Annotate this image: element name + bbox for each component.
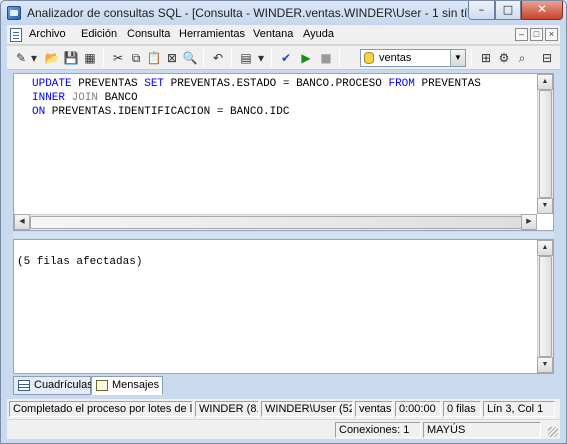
- resize-grip-icon[interactable]: [548, 427, 558, 437]
- toolbar: ✎ ▾ 📂 💾 ▦ ✂ ⧉ 📋 ⊠ 🔍 ↶ ▤ ▾ ✔ ▶ ■ ventas ▼…: [7, 46, 560, 70]
- database-select[interactable]: ventas ▼: [360, 49, 466, 67]
- child-restore-button[interactable]: □: [530, 28, 543, 41]
- toolbar-separator: [231, 49, 232, 67]
- toolbar-separator: [471, 49, 472, 67]
- results-vertical-scrollbar[interactable]: ▲ ▼: [537, 240, 553, 373]
- query-editor[interactable]: UPDATE PREVENTAS SET PREVENTAS.ESTADO = …: [13, 73, 554, 231]
- result-message: (5 filas afectadas): [17, 256, 143, 268]
- database-select-value: ventas: [379, 52, 412, 64]
- code-line-2: INNER JOIN BANCO: [32, 92, 138, 104]
- status-caps: MAYÚS: [423, 422, 541, 438]
- show-plan-icon[interactable]: ⌕: [514, 50, 530, 66]
- chevron-down-icon[interactable]: ▼: [450, 50, 465, 66]
- toolbar-separator: [203, 49, 204, 67]
- results-mode-icon[interactable]: ▤: [238, 50, 254, 66]
- scroll-thumb[interactable]: [30, 216, 522, 229]
- tab-mensajes[interactable]: Mensajes: [91, 376, 163, 395]
- clear-icon[interactable]: ⊠: [164, 50, 180, 66]
- results-pane[interactable]: (5 filas afectadas) ▲ ▼: [13, 239, 554, 374]
- undo-icon[interactable]: ↶: [210, 50, 226, 66]
- status-user: WINDER\User (52): [261, 401, 353, 417]
- status-message: Completado el proceso por lotes de la: [9, 401, 193, 417]
- query-code[interactable]: UPDATE PREVENTAS SET PREVENTAS.ESTADO = …: [32, 77, 481, 119]
- object-search-icon[interactable]: ⚙: [496, 50, 512, 66]
- editor-vertical-scrollbar[interactable]: ▲ ▼: [537, 74, 553, 214]
- menu-edicion[interactable]: Edición: [81, 28, 117, 40]
- stop-icon[interactable]: ■: [318, 50, 334, 66]
- status-connections: Conexiones: 1: [335, 422, 421, 438]
- open-icon[interactable]: 📂: [44, 50, 60, 66]
- title-bar[interactable]: Analizador de consultas SQL - [Consulta …: [1, 1, 566, 25]
- status-database: ventas: [355, 401, 393, 417]
- menu-consulta[interactable]: Consulta: [127, 28, 170, 40]
- close-button[interactable]: ✕: [521, 1, 563, 20]
- scroll-right-icon[interactable]: ▶: [521, 214, 537, 230]
- menu-ventana[interactable]: Ventana: [253, 28, 293, 40]
- maximize-button[interactable]: □: [495, 1, 521, 20]
- toolbar-separator: [339, 49, 340, 67]
- parse-icon[interactable]: ✔: [278, 50, 294, 66]
- status-rows: 0 filas: [443, 401, 481, 417]
- new-query-icon[interactable]: ✎: [13, 50, 29, 66]
- scroll-down-icon[interactable]: ▼: [537, 357, 553, 373]
- grid-icon: [18, 380, 30, 391]
- app-icon[interactable]: [7, 6, 21, 20]
- paste-icon[interactable]: 📋: [146, 50, 162, 66]
- query-analyzer-window: Analizador de consultas SQL - [Consulta …: [0, 0, 567, 444]
- code-line-1: UPDATE PREVENTAS SET PREVENTAS.ESTADO = …: [32, 78, 481, 90]
- code-line-3: ON PREVENTAS.IDENTIFICACION = BANCO.IDC: [32, 106, 290, 118]
- status-position: Lín 3, Col 1: [483, 401, 555, 417]
- toolbar-separator: [103, 49, 104, 67]
- new-dropdown-icon[interactable]: ▾: [29, 50, 39, 66]
- scroll-thumb[interactable]: [539, 90, 552, 198]
- load-script-icon[interactable]: ▦: [82, 50, 98, 66]
- toolbar-separator: [271, 49, 272, 67]
- window-title: Analizador de consultas SQL - [Consulta …: [27, 6, 495, 20]
- current-connection-icon[interactable]: ⊟: [539, 50, 555, 66]
- scroll-left-icon[interactable]: ◀: [14, 214, 30, 230]
- find-icon[interactable]: 🔍: [182, 50, 198, 66]
- save-icon[interactable]: 💾: [63, 50, 79, 66]
- copy-icon[interactable]: ⧉: [128, 50, 144, 66]
- messages-icon: [96, 380, 108, 391]
- results-dropdown-icon[interactable]: ▾: [256, 50, 266, 66]
- editor-horizontal-scrollbar[interactable]: ◀ ▶: [14, 214, 537, 230]
- tab-cuadriculas[interactable]: Cuadrículas: [13, 376, 93, 395]
- status-bar: Completado el proceso por lotes de la WI…: [7, 399, 560, 419]
- minimize-button[interactable]: –: [468, 1, 495, 20]
- document-icon[interactable]: [10, 28, 22, 42]
- pane-splitter[interactable]: [13, 232, 554, 238]
- object-browser-icon[interactable]: ⊞: [478, 50, 494, 66]
- execute-icon[interactable]: ▶: [298, 50, 314, 66]
- connection-status-bar: Conexiones: 1 MAYÚS: [7, 420, 560, 439]
- scroll-thumb[interactable]: [539, 256, 552, 357]
- menu-archivo[interactable]: Archivo: [29, 28, 66, 40]
- scroll-up-icon[interactable]: ▲: [537, 240, 553, 256]
- database-icon: [364, 52, 374, 64]
- cut-icon[interactable]: ✂: [110, 50, 126, 66]
- child-close-button[interactable]: ×: [545, 28, 558, 41]
- scroll-down-icon[interactable]: ▼: [537, 198, 553, 214]
- menu-herramientas[interactable]: Herramientas: [179, 28, 245, 40]
- status-elapsed: 0:00:00: [395, 401, 441, 417]
- child-minimize-button[interactable]: –: [515, 28, 528, 41]
- scroll-up-icon[interactable]: ▲: [537, 74, 553, 90]
- status-server: WINDER (8.0): [195, 401, 259, 417]
- menu-bar: Archivo Edición Consulta Herramientas Ve…: [7, 25, 560, 45]
- menu-ayuda[interactable]: Ayuda: [303, 28, 334, 40]
